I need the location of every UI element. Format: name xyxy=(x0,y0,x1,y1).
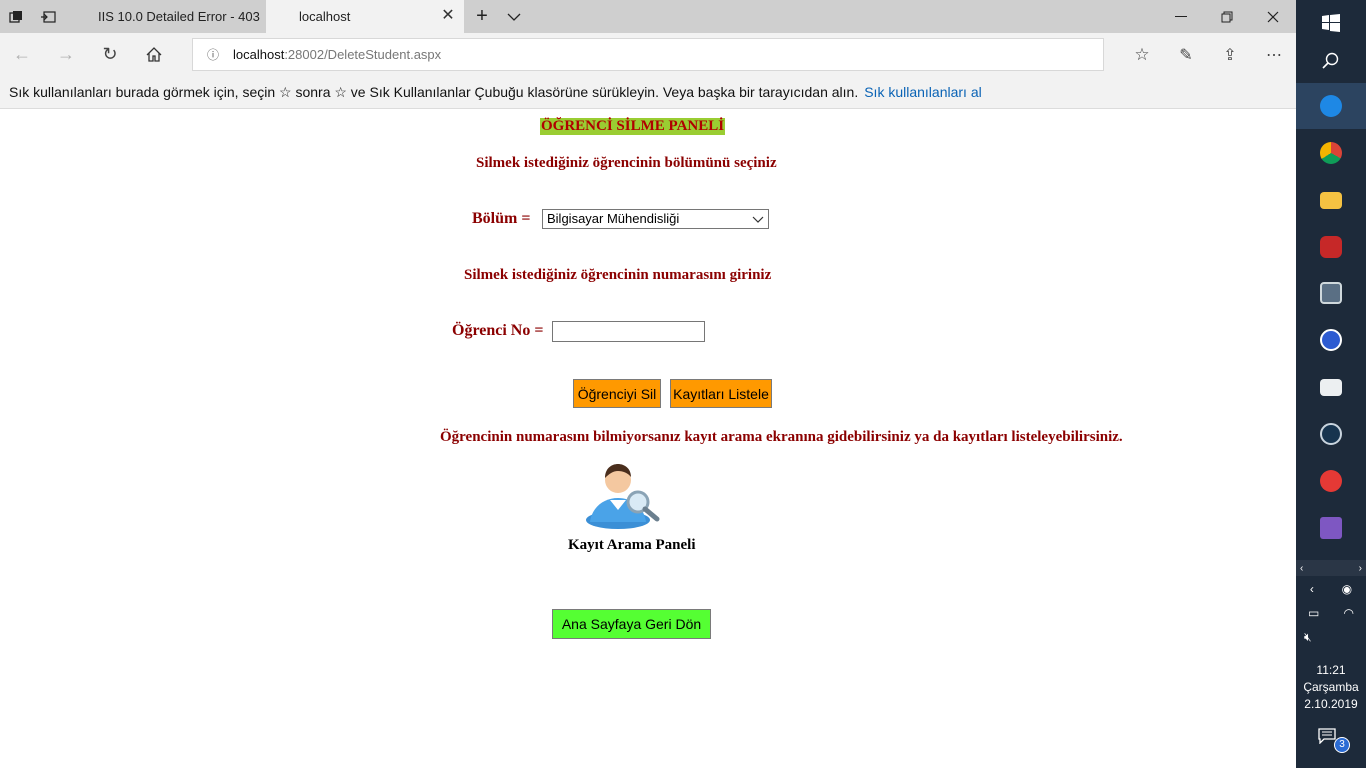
app-blue-circle-icon[interactable] xyxy=(1296,317,1366,363)
taskbar-scrollbar[interactable]: ‹ › xyxy=(1296,560,1366,576)
show-hidden-icons-icon[interactable]: ‹ xyxy=(1310,582,1314,596)
number-prompt: Silmek istediğiniz öğrencinin numarasını… xyxy=(464,267,772,283)
new-tab-icon[interactable]: + xyxy=(466,0,498,33)
refresh-icon[interactable]: ↻ xyxy=(88,33,132,76)
search-hint-text: Öğrencinin numarasını bilmiyorsanız kayı… xyxy=(440,429,1123,445)
pen-icon[interactable]: ✎ xyxy=(1164,33,1208,76)
steam-icon[interactable] xyxy=(1296,411,1366,457)
notification-count-badge: 3 xyxy=(1334,737,1350,753)
share-icon[interactable]: ⇪ xyxy=(1208,33,1252,76)
chevron-down-icon[interactable] xyxy=(498,0,530,33)
page-title: ÖĞRENCİ SİLME PANELİ xyxy=(540,118,726,135)
tray-row-2: ▭ ◠ xyxy=(1296,604,1366,622)
set-tabs-aside-icon[interactable] xyxy=(32,0,64,33)
tab-iis-error[interactable]: IIS 10.0 Detailed Error - 403 xyxy=(64,0,266,33)
wifi-icon[interactable]: ◠ xyxy=(1343,606,1353,620)
volume-muted-icon[interactable]: 🔇︎ xyxy=(1304,630,1312,645)
edge-icon[interactable] xyxy=(1296,83,1366,129)
clock-day: Çarşamba xyxy=(1303,680,1359,694)
search-icon[interactable] xyxy=(1296,38,1366,84)
forward-icon[interactable]: → xyxy=(44,33,88,76)
network-drive-icon[interactable]: ◉ xyxy=(1342,582,1352,596)
browser-tab-bar: IIS 10.0 Detailed Error - 403 localhost … xyxy=(0,0,1296,33)
windows-taskbar: ‹ › ‹ ◉ ▭ ◠ 🔇︎ 11:21 Çarşamba 2.10.2019 … xyxy=(1296,0,1366,768)
page-content: ÖĞRENCİ SİLME PANELİ Silmek istediğiniz … xyxy=(0,109,1296,768)
tab-title: IIS 10.0 Detailed Error - 403 xyxy=(98,9,260,24)
screen: IIS 10.0 Detailed Error - 403 localhost … xyxy=(0,0,1366,768)
list-records-button[interactable]: Kayıtları Listele xyxy=(670,379,772,408)
close-tab-icon[interactable]: ✕ xyxy=(440,8,456,24)
file-explorer-icon[interactable] xyxy=(1296,177,1366,223)
tab-localhost[interactable]: localhost ✕ xyxy=(266,0,464,33)
favorites-icon[interactable]: ☆ xyxy=(1120,33,1164,76)
tab-actions-icon[interactable] xyxy=(0,0,32,33)
scroll-left-icon[interactable]: ‹ xyxy=(1300,563,1303,574)
favorites-bar: Sık kullanılanları burada görmek için, s… xyxy=(0,76,1296,109)
department-prompt: Silmek istediğiniz öğrencinin bölümünü s… xyxy=(476,155,777,171)
import-favorites-link[interactable]: Sık kullanılanları al xyxy=(864,84,982,100)
close-window-icon[interactable] xyxy=(1250,0,1296,33)
delete-student-button[interactable]: Öğrenciyi Sil xyxy=(573,379,661,408)
home-icon[interactable] xyxy=(132,33,176,76)
restore-icon[interactable] xyxy=(1204,0,1250,33)
scroll-right-icon[interactable]: › xyxy=(1359,563,1362,574)
back-to-home-button[interactable]: Ana Sayfaya Geri Dön xyxy=(552,609,711,639)
clock-date: 2.10.2019 xyxy=(1304,697,1358,711)
site-info-icon[interactable]: ⓘ xyxy=(193,46,233,63)
favorites-bar-message: Sık kullanılanları burada görmek için, s… xyxy=(9,83,859,100)
clock-time: 11:21 xyxy=(1316,663,1346,677)
tray-row-1: ‹ ◉ xyxy=(1296,580,1366,598)
department-label: Bölüm = xyxy=(472,210,531,227)
user-search-icon[interactable] xyxy=(576,462,667,531)
url-host: localhost xyxy=(233,47,285,62)
remote-desktop-icon[interactable] xyxy=(1296,270,1366,316)
student-no-input[interactable] xyxy=(552,321,705,342)
back-icon[interactable]: ← xyxy=(0,33,44,76)
browser-toolbar: ← → ↻ ⓘ localhost:28002/DeleteStudent.as… xyxy=(0,33,1296,76)
taskbar-clock[interactable]: 11:21 Çarşamba 2.10.2019 xyxy=(1296,662,1366,713)
more-icon[interactable]: ⋯ xyxy=(1252,33,1296,76)
department-selected-value: Bilgisayar Mühendisliği xyxy=(547,211,680,226)
antivirus-icon[interactable] xyxy=(1296,458,1366,504)
chevron-down-icon xyxy=(752,211,764,232)
media-app-icon[interactable] xyxy=(1296,224,1366,270)
chrome-icon[interactable] xyxy=(1296,130,1366,176)
department-select[interactable]: Bilgisayar Mühendisliği xyxy=(542,209,769,229)
minimize-icon[interactable] xyxy=(1158,0,1204,33)
search-panel-link[interactable]: Kayıt Arama Paneli xyxy=(568,537,696,554)
tray-row-3: 🔇︎ xyxy=(1296,628,1366,646)
student-no-label: Öğrenci No = xyxy=(452,322,544,339)
battery-icon[interactable]: ▭ xyxy=(1308,606,1319,620)
tab-title: localhost xyxy=(299,9,351,24)
window-app-icon[interactable] xyxy=(1296,364,1366,410)
visual-studio-icon[interactable] xyxy=(1296,505,1366,551)
url-path: :28002/DeleteStudent.aspx xyxy=(284,47,442,62)
address-bar[interactable]: ⓘ localhost:28002/DeleteStudent.aspx xyxy=(192,38,1104,71)
